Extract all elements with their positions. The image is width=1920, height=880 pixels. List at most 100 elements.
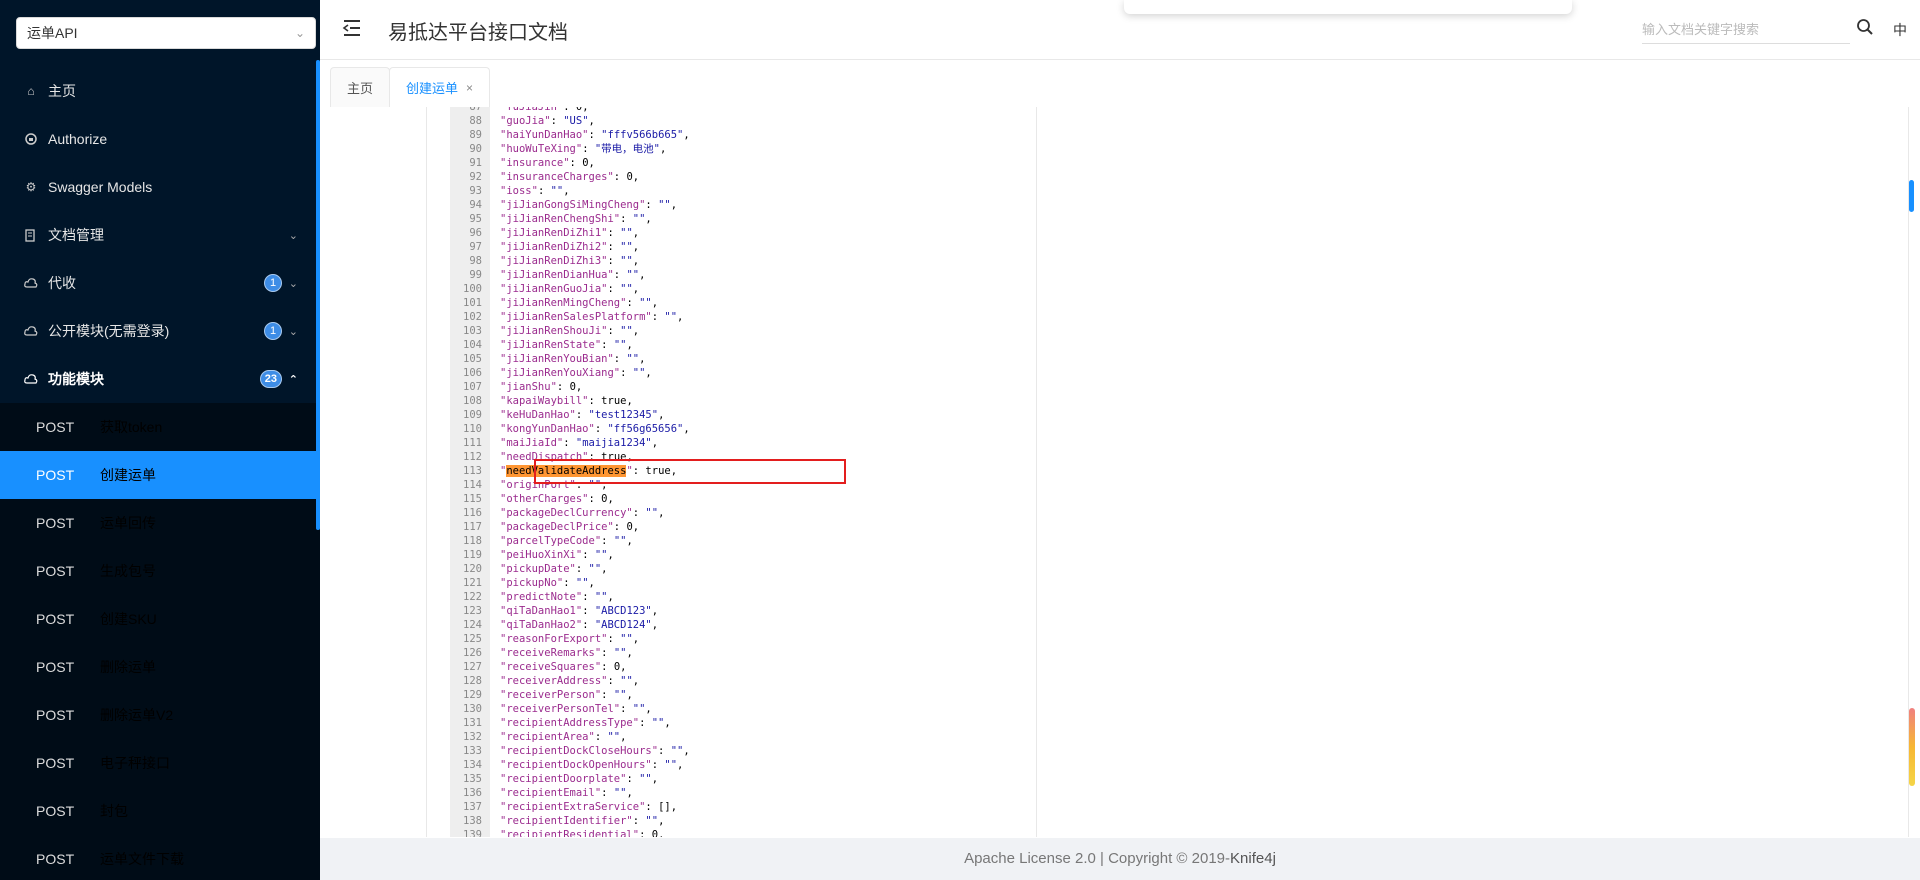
code-text: "receiverPersonTel": "",: [500, 703, 652, 715]
line-number: 92: [469, 171, 482, 183]
line-number: 101: [463, 297, 482, 309]
sidebar-item-public-module[interactable]: 公开模块(无需登录) 1 ⌄: [0, 307, 320, 355]
code-text: "reasonForExport": "",: [500, 633, 640, 645]
line-number: 88: [469, 115, 482, 127]
code-line: 118 "parcelTypeCode": "",: [450, 534, 1030, 548]
tab-create-waybill[interactable]: 创建运单 ×: [389, 67, 491, 107]
code-line: 132 "recipientArea": "",: [450, 730, 1030, 744]
code-text: "parcelTypeCode": "",: [500, 535, 633, 547]
code-text: "recipientDockCloseHours": "",: [500, 745, 690, 757]
endpoint-item[interactable]: POST 运单回传: [0, 499, 320, 547]
endpoint-item[interactable]: POST 生成包号: [0, 547, 320, 595]
endpoint-item-active[interactable]: POST 创建运单: [0, 451, 320, 499]
line-number: 123: [463, 605, 482, 617]
endpoint-item[interactable]: POST 封包: [0, 787, 320, 835]
close-icon[interactable]: ×: [466, 81, 473, 95]
sidebar-item-doc-management[interactable]: 文档管理 ⌄: [0, 211, 320, 259]
count-badge: 23: [259, 370, 282, 388]
code-text: "jiJianRenGuoJia": "",: [500, 283, 640, 295]
code-text: "haiYunDanHao": "fffv566b665",: [500, 129, 690, 141]
code-text: "recipientAddressType": "",: [500, 717, 671, 729]
code-text: "recipientDoorplate": "",: [500, 773, 659, 785]
code-line: 120 "pickupDate": "",: [450, 562, 1030, 576]
code-text: "recipientExtraService": [],: [500, 801, 678, 813]
sidebar-item-authorize[interactable]: Authorize: [0, 115, 320, 163]
code-text: "insurance": 0,: [500, 157, 595, 169]
endpoint-item[interactable]: POST 删除运单V2: [0, 691, 320, 739]
endpoint-item[interactable]: POST 电子秤接口: [0, 739, 320, 787]
code-line: 127 "receiveSquares": 0,: [450, 660, 1030, 674]
code-text: "jiJianRenDiZhi2": "",: [500, 241, 640, 253]
line-number: 94: [469, 199, 482, 211]
code-line: 119 "peiHuoXinXi": "",: [450, 548, 1030, 562]
language-switch[interactable]: 中: [1893, 20, 1907, 40]
api-group-select[interactable]: 运单API ⌄: [16, 17, 316, 49]
count-badge: 1: [264, 322, 282, 340]
tab-home[interactable]: 主页: [330, 67, 391, 107]
dropdown-popover: [1124, 0, 1572, 14]
code-text: "otherCharges": 0,: [500, 493, 614, 505]
line-number: 97: [469, 241, 482, 253]
endpoint-name: 运单文件下载: [100, 851, 184, 867]
pane-divider: [1036, 107, 1037, 837]
code-line: 117 "packageDeclPrice": 0,: [450, 520, 1030, 534]
endpoint-item[interactable]: POST 创建SKU: [0, 595, 320, 643]
code-text: "jiJianRenYouBian": "",: [500, 353, 646, 365]
code-line: 129 "receiverPerson": "",: [450, 688, 1030, 702]
line-number: 129: [463, 689, 482, 701]
line-number: 112: [463, 451, 482, 463]
code-line: 123 "qiTaDanHao1": "ABCD123",: [450, 604, 1030, 618]
code-text: "receiveSquares": 0,: [500, 661, 627, 673]
endpoint-item[interactable]: POST 运单文件下载: [0, 835, 320, 880]
tab-label: 主页: [347, 81, 374, 96]
line-number: 122: [463, 591, 482, 603]
sidebar-item-home[interactable]: ⌂ 主页: [0, 67, 320, 115]
sidebar-item-label: 公开模块(无需登录): [48, 323, 170, 339]
code-text: "packageDeclPrice": 0,: [500, 521, 640, 533]
code-text: "receiveRemarks": "",: [500, 647, 633, 659]
sidebar-item-function-module[interactable]: 功能模块 23 ⌃: [0, 355, 320, 403]
code-line: 125 "reasonForExport": "",: [450, 632, 1030, 646]
line-number: 106: [463, 367, 482, 379]
line-number: 138: [463, 815, 482, 827]
code-text: "fuJiaJin": 0,: [500, 107, 589, 113]
line-number: 124: [463, 619, 482, 631]
sidebar-item-collection[interactable]: 代收 1 ⌄: [0, 259, 320, 307]
scroll-indicator[interactable]: [1909, 708, 1915, 786]
code-text: "jiJianRenDianHua": "",: [500, 269, 646, 281]
code-text: "insuranceCharges": 0,: [500, 171, 640, 183]
tab-bar: 主页 创建运单 ×: [320, 61, 1920, 107]
line-number: 139: [463, 829, 482, 837]
search-input[interactable]: [1642, 16, 1850, 44]
endpoint-item[interactable]: POST 获取token: [0, 403, 320, 451]
line-number: 128: [463, 675, 482, 687]
code-line: 105 "jiJianRenYouBian": "",: [450, 352, 1030, 366]
line-number: 108: [463, 395, 482, 407]
search-icon[interactable]: [1856, 18, 1876, 38]
menu-fold-icon[interactable]: [342, 18, 362, 38]
content-scrollbar[interactable]: [1909, 180, 1914, 212]
code-line: 95 "jiJianRenChengShi": "",: [450, 212, 1030, 226]
line-number: 89: [469, 129, 482, 141]
http-method: POST: [36, 803, 75, 819]
line-number: 95: [469, 213, 482, 225]
line-number: 111: [463, 437, 482, 449]
http-method: POST: [36, 659, 75, 675]
code-text: "guoJia": "US",: [500, 115, 595, 127]
code-text: "qiTaDanHao1": "ABCD123",: [500, 605, 659, 617]
line-number: 135: [463, 773, 482, 785]
code-line: 94 "jiJianGongSiMingCheng": "",: [450, 198, 1030, 212]
http-method: POST: [36, 515, 75, 531]
code-line: 87 "fuJiaJin": 0,: [450, 107, 1030, 114]
code-text: "jiJianRenChengShi": "",: [500, 213, 652, 225]
endpoint-item[interactable]: POST 删除运单: [0, 643, 320, 691]
line-number: 93: [469, 185, 482, 197]
code-text: "kapaiWaybill": true,: [500, 395, 633, 407]
endpoint-name: 删除运单V2: [100, 707, 174, 723]
endpoint-name: 电子秤接口: [100, 755, 170, 771]
code-line: 138 "recipientIdentifier": "",: [450, 814, 1030, 828]
code-text: "jiJianRenShouJi": "",: [500, 325, 640, 337]
code-text: "predictNote": "",: [500, 591, 614, 603]
line-number: 118: [463, 535, 482, 547]
sidebar-item-swagger-models[interactable]: ⚙ Swagger Models: [0, 163, 320, 211]
